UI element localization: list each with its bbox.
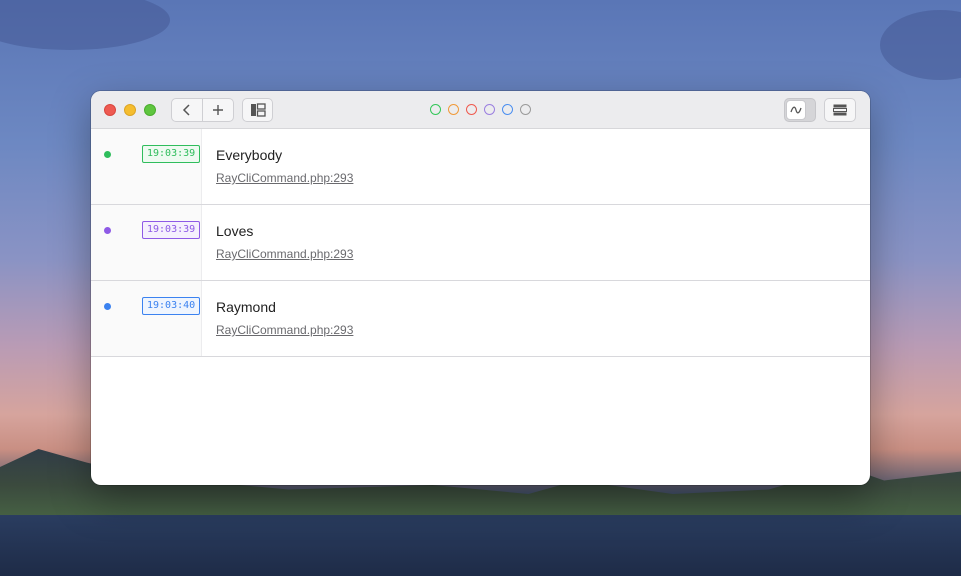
color-dot — [104, 227, 111, 234]
toggle-knob — [786, 100, 806, 120]
sidebar-button[interactable] — [824, 98, 856, 122]
origin-link[interactable]: RayCliCommand.php:293 — [216, 247, 353, 262]
color-filter-gray[interactable] — [520, 104, 531, 115]
maximize-button[interactable] — [144, 104, 156, 116]
entry-message: Loves — [216, 223, 254, 239]
log-entry[interactable]: 19:03:39 Everybody RayCliCommand.php:293 — [91, 129, 870, 205]
background-cloud — [880, 10, 961, 80]
color-filter-blue[interactable] — [502, 104, 513, 115]
entry-list: 19:03:39 Everybody RayCliCommand.php:293 19… — [91, 129, 870, 357]
color-filter-bar — [430, 104, 531, 115]
entry-gutter: 19:03:40 — [91, 281, 202, 356]
color-filter-purple[interactable] — [484, 104, 495, 115]
layout-icon — [250, 103, 266, 117]
background-cloud — [0, 0, 170, 50]
entry-gutter: 19:03:39 — [91, 129, 202, 204]
log-entry[interactable]: 19:03:39 Loves RayCliCommand.php:293 — [91, 205, 870, 281]
entry-message: Raymond — [216, 299, 276, 315]
color-filter-orange[interactable] — [448, 104, 459, 115]
close-button[interactable] — [104, 104, 116, 116]
color-filter-green[interactable] — [430, 104, 441, 115]
timestamp-badge: 19:03:39 — [142, 221, 201, 239]
color-dot — [104, 303, 111, 310]
entry-gutter: 19:03:39 — [91, 205, 202, 280]
color-dot — [104, 151, 111, 158]
entry-content: Everybody RayCliCommand.php:293 — [202, 129, 353, 204]
title-bar — [91, 91, 870, 129]
entry-content: Loves RayCliCommand.php:293 — [202, 205, 353, 280]
entry-content: Raymond RayCliCommand.php:293 — [202, 281, 353, 356]
minimize-button[interactable] — [124, 104, 136, 116]
plus-icon — [213, 105, 223, 115]
origin-link[interactable]: RayCliCommand.php:293 — [216, 171, 353, 186]
entry-message: Everybody — [216, 147, 283, 163]
timestamp-badge: 19:03:40 — [142, 297, 201, 315]
origin-link[interactable]: RayCliCommand.php:293 — [216, 323, 353, 338]
background-sea — [0, 515, 961, 576]
add-button[interactable] — [202, 99, 233, 121]
toggle-switch[interactable] — [784, 98, 816, 122]
app-window: 19:03:39 Everybody RayCliCommand.php:293 19… — [91, 91, 870, 485]
timestamp-badge: 19:03:39 — [142, 145, 201, 163]
nav-button-group — [171, 98, 234, 122]
color-filter-red[interactable] — [466, 104, 477, 115]
chevron-left-icon — [182, 104, 190, 116]
layout-button[interactable] — [242, 98, 273, 122]
wave-icon — [790, 106, 802, 114]
log-entry[interactable]: 19:03:40 Raymond RayCliCommand.php:293 — [91, 281, 870, 357]
back-button[interactable] — [172, 99, 202, 121]
list-panel-icon — [833, 104, 847, 116]
